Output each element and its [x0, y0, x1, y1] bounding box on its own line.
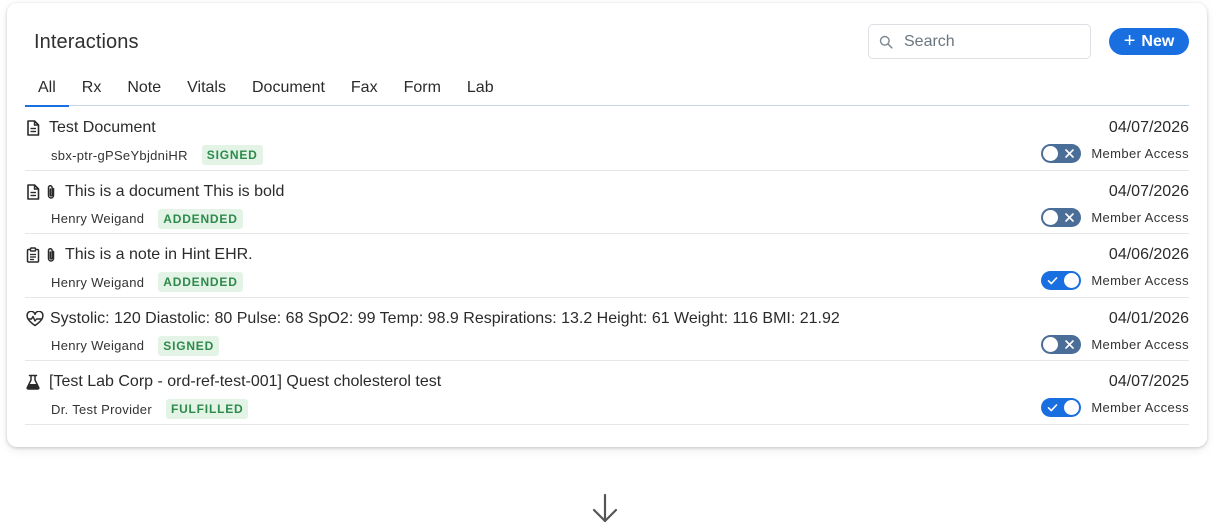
- member-access-label: Member Access: [1091, 336, 1189, 352]
- new-button-label: New: [1141, 32, 1175, 50]
- card-header: Interactions + New: [7, 3, 1207, 73]
- interaction-row[interactable]: Test Document 04/07/2026 sbx-ptr-gPSeYbj…: [25, 107, 1189, 171]
- member-access-label: Member Access: [1091, 209, 1189, 225]
- document-icon: [27, 120, 40, 136]
- interaction-date: 04/07/2026: [1108, 182, 1189, 200]
- interaction-date: 04/07/2026: [1108, 119, 1189, 136]
- interactions-card: Interactions + New All Rx Note Vitals Do…: [7, 3, 1207, 447]
- member-access-toggle[interactable]: [1041, 271, 1082, 290]
- status-badge: ADDENDED: [158, 272, 243, 292]
- interaction-title[interactable]: This is a document This is bold: [65, 183, 284, 201]
- interaction-date: 04/01/2026: [1108, 309, 1189, 327]
- check-icon: [1048, 277, 1058, 285]
- flask-icon: [26, 374, 40, 390]
- member-access-toggle[interactable]: [1041, 334, 1082, 354]
- tab-document[interactable]: Document: [239, 73, 338, 106]
- member-access-label: Member Access: [1091, 273, 1189, 288]
- tab-fax[interactable]: Fax: [338, 73, 391, 106]
- interaction-date: 04/06/2026: [1108, 246, 1189, 263]
- interaction-author: Henry Weigand: [51, 338, 145, 353]
- document-icon: [27, 183, 40, 200]
- tab-vitals[interactable]: Vitals: [174, 73, 239, 106]
- status-badge: SIGNED: [201, 145, 263, 165]
- tab-form[interactable]: Form: [391, 73, 454, 106]
- arrow-down-icon: [592, 493, 618, 523]
- tab-all[interactable]: All: [25, 73, 69, 107]
- interaction-title[interactable]: Test Document: [49, 119, 156, 137]
- member-access-toggle[interactable]: [1041, 144, 1082, 163]
- heart-pulse-icon: [26, 310, 44, 326]
- tab-note[interactable]: Note: [114, 73, 174, 106]
- interaction-title[interactable]: [Test Lab Corp - ord-ref-test-001] Quest…: [49, 373, 441, 391]
- tab-lab[interactable]: Lab: [454, 73, 507, 106]
- interaction-row[interactable]: [Test Lab Corp - ord-ref-test-001] Quest…: [25, 361, 1189, 425]
- interaction-date: 04/07/2025: [1108, 373, 1189, 390]
- interaction-author: sbx-ptr-gPSeYbjdniHR: [51, 147, 188, 163]
- page-title: Interactions: [34, 31, 139, 53]
- interaction-author: Henry Weigand: [51, 274, 145, 290]
- interaction-title[interactable]: This is a note in Hint EHR.: [65, 246, 253, 264]
- interaction-author: Henry Weigand: [51, 211, 145, 226]
- x-icon: [1065, 212, 1075, 222]
- interaction-author: Dr. Test Provider: [51, 401, 152, 417]
- member-access-toggle[interactable]: [1041, 207, 1082, 227]
- member-access-toggle[interactable]: [1041, 398, 1082, 417]
- paperclip-icon: [47, 247, 55, 262]
- check-icon: [1048, 404, 1058, 412]
- interaction-row[interactable]: Systolic: 120 Diastolic: 80 Pulse: 68 Sp…: [25, 298, 1189, 361]
- search-box[interactable]: [868, 24, 1091, 59]
- clipboard-icon: [26, 247, 40, 263]
- search-icon: [879, 34, 895, 50]
- x-icon: [1065, 149, 1075, 158]
- status-badge: FULFILLED: [165, 399, 249, 419]
- search-input[interactable]: [904, 32, 1074, 51]
- status-badge: SIGNED: [158, 335, 220, 356]
- paperclip-icon: [47, 184, 55, 199]
- member-access-label: Member Access: [1091, 400, 1189, 415]
- interaction-row[interactable]: This is a document This is bold 04/07/20…: [25, 171, 1189, 234]
- tab-rx[interactable]: Rx: [69, 73, 115, 106]
- tab-bar: All Rx Note Vitals Document Fax Form Lab: [25, 73, 1189, 107]
- x-icon: [1065, 339, 1075, 349]
- plus-icon: +: [1123, 29, 1136, 52]
- member-access-label: Member Access: [1091, 146, 1189, 161]
- interaction-row[interactable]: This is a note in Hint EHR. 04/06/2026 H…: [25, 234, 1189, 298]
- interaction-list: Test Document 04/07/2026 sbx-ptr-gPSeYbj…: [25, 107, 1189, 425]
- interaction-title[interactable]: Systolic: 120 Diastolic: 80 Pulse: 68 Sp…: [50, 310, 840, 328]
- status-badge: ADDENDED: [158, 208, 243, 229]
- new-button[interactable]: + New: [1109, 28, 1189, 55]
